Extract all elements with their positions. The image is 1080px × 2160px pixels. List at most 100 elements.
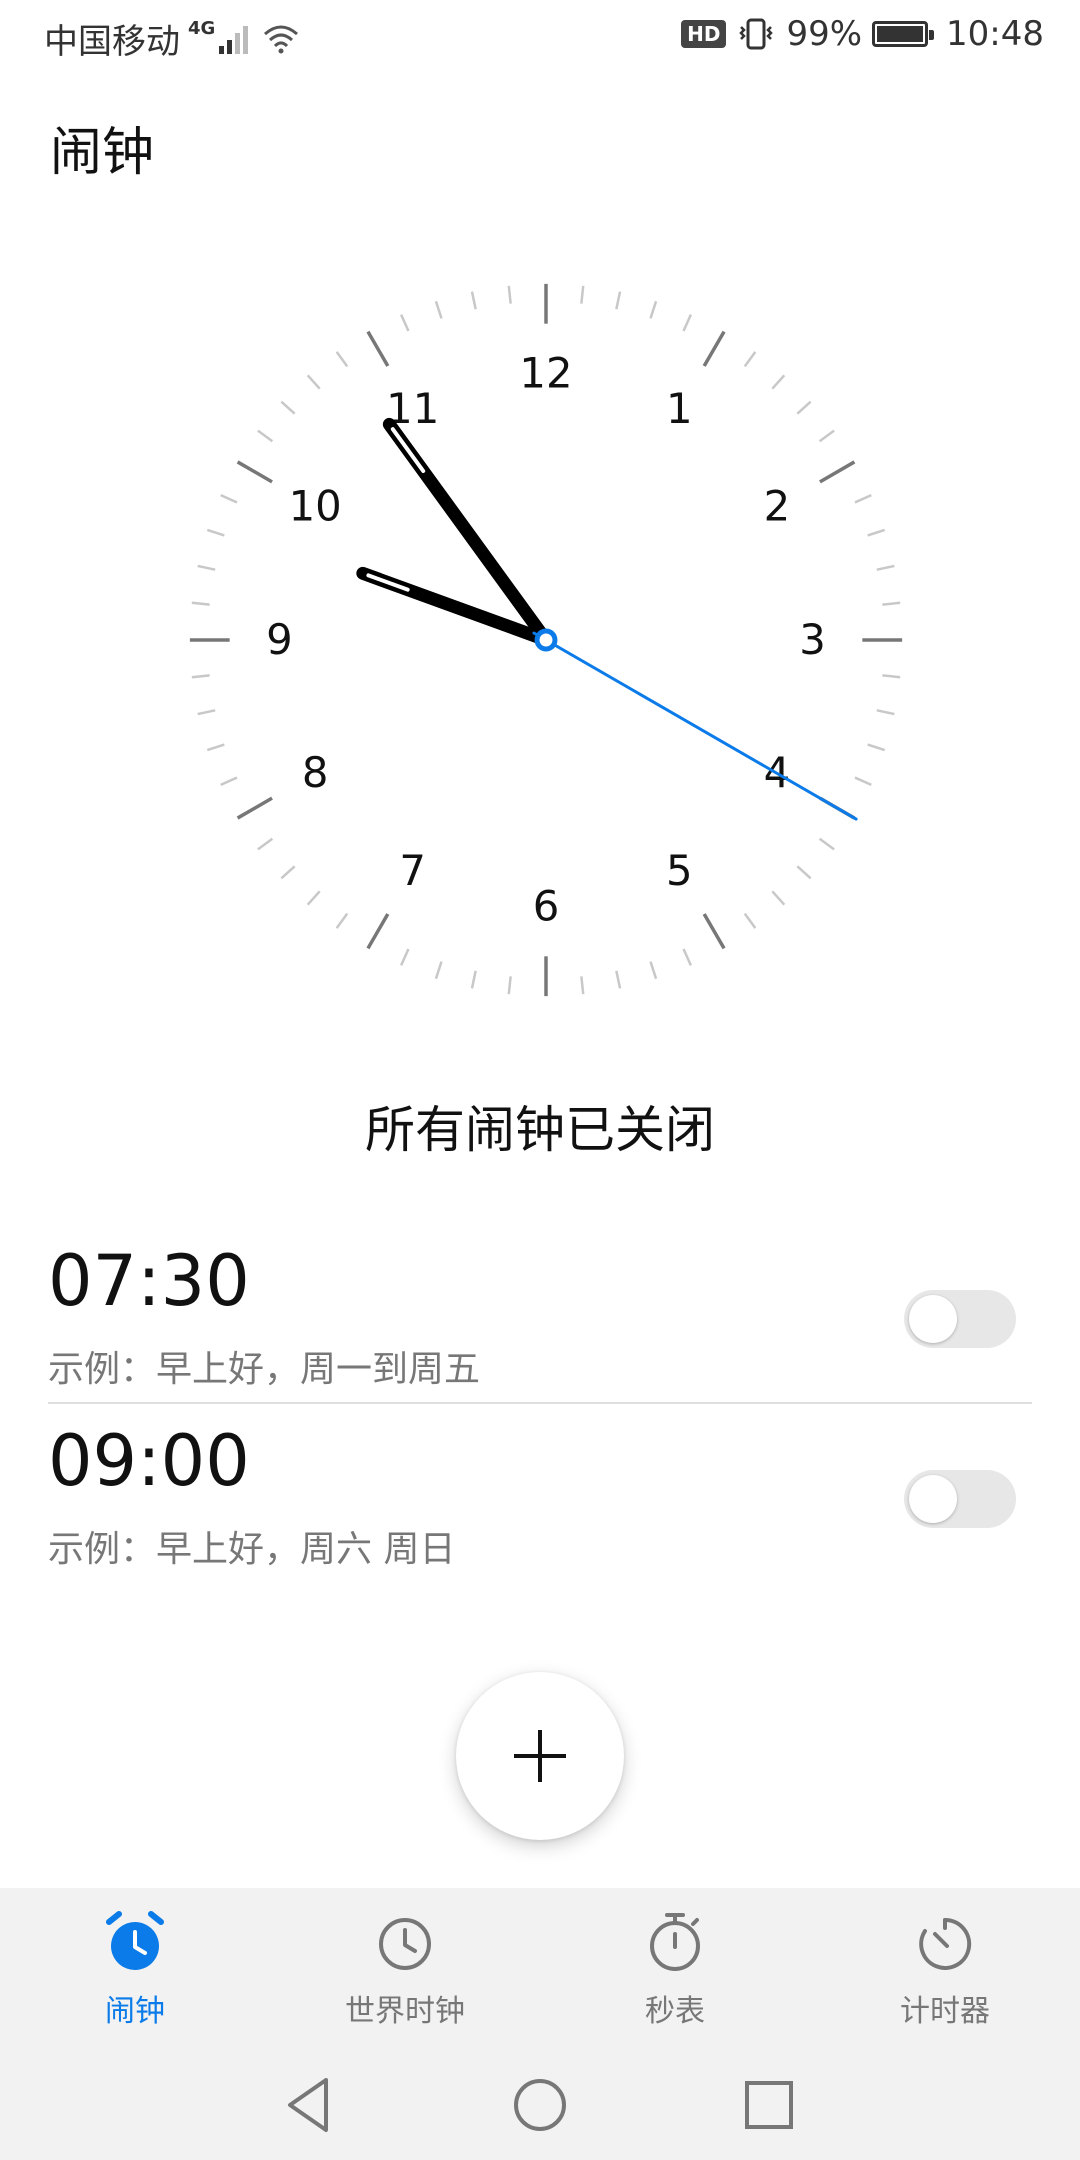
minute-tick bbox=[796, 400, 812, 415]
clock-number: 12 bbox=[519, 348, 572, 397]
minute-tick bbox=[280, 400, 296, 415]
minute-tick bbox=[206, 528, 225, 537]
hour-tick bbox=[702, 913, 726, 950]
tab-label: 秒表 bbox=[645, 1994, 705, 2029]
minute-tick bbox=[876, 564, 895, 571]
tab-world-clock[interactable]: 世界时钟 bbox=[270, 1888, 540, 2050]
minute-tick bbox=[876, 709, 895, 716]
minute-tick bbox=[867, 743, 886, 752]
minute-tick bbox=[434, 300, 443, 319]
minute-tick bbox=[257, 429, 274, 443]
minute-tick bbox=[743, 912, 757, 929]
clock-center-pin bbox=[534, 628, 558, 652]
minute-tick bbox=[615, 291, 622, 310]
status-left: 中国移动 4G bbox=[44, 14, 301, 63]
battery-percent: 99% bbox=[786, 14, 863, 54]
home-icon[interactable] bbox=[507, 2072, 573, 2138]
minute-tick bbox=[743, 351, 757, 368]
status-right: HD 99% 10:48 bbox=[681, 14, 1044, 54]
minute-tick bbox=[191, 601, 210, 606]
minute-tick bbox=[206, 743, 225, 752]
hour-tick bbox=[819, 460, 856, 484]
minute-tick bbox=[649, 961, 658, 980]
alarm-time: 07:30 bbox=[48, 1240, 250, 1322]
hour-hand-marker bbox=[390, 427, 426, 473]
clock-number: 6 bbox=[533, 882, 560, 931]
clock-number: 5 bbox=[666, 846, 693, 895]
world-clock-icon bbox=[379, 1918, 431, 1970]
alarm-toggle[interactable] bbox=[904, 1290, 1016, 1348]
minute-tick bbox=[682, 314, 692, 332]
clock-number: 9 bbox=[266, 615, 293, 664]
recents-icon[interactable] bbox=[736, 2072, 802, 2138]
stopwatch-icon bbox=[650, 1913, 700, 1971]
minute-tick bbox=[280, 865, 296, 880]
bottom-nav: 闹钟 世界时钟 秒表 计时器 bbox=[0, 1888, 1080, 2050]
hour-tick bbox=[366, 330, 390, 367]
minute-tick bbox=[771, 890, 786, 906]
minute-tick bbox=[191, 674, 210, 679]
minute-tick bbox=[867, 528, 886, 537]
signal-icon bbox=[219, 25, 249, 54]
vibrate-icon bbox=[739, 18, 774, 50]
battery-icon bbox=[872, 21, 935, 47]
minute-tick bbox=[197, 709, 216, 716]
alarm-toggle[interactable] bbox=[904, 1470, 1016, 1528]
minute-tick bbox=[335, 351, 349, 368]
minute-tick bbox=[220, 494, 238, 504]
minute-tick bbox=[470, 291, 477, 310]
minute-tick bbox=[257, 837, 274, 851]
wifi-icon bbox=[264, 25, 299, 53]
back-icon[interactable] bbox=[276, 2072, 342, 2138]
battery-level bbox=[877, 26, 923, 42]
alarm-item[interactable]: 07:30 示例：早上好，周一到周五 bbox=[0, 1240, 1080, 1400]
minute-tick bbox=[882, 674, 901, 679]
tab-alarm[interactable]: 闹钟 bbox=[0, 1888, 270, 2050]
alarm-item[interactable]: 09:00 示例：早上好，周六 周日 bbox=[0, 1420, 1080, 1580]
analog-clock: 121234567891011 bbox=[189, 283, 903, 997]
minute-tick bbox=[854, 776, 872, 786]
minute-tick bbox=[682, 948, 692, 966]
minute-tick bbox=[507, 976, 512, 995]
minute-tick bbox=[197, 564, 216, 571]
carrier-label: 中国移动 bbox=[44, 22, 180, 62]
clock-number: 2 bbox=[764, 482, 791, 531]
minute-tick bbox=[818, 429, 835, 443]
minute-tick bbox=[580, 285, 585, 304]
minute-tick bbox=[507, 285, 512, 304]
toggle-knob bbox=[909, 1295, 957, 1343]
clock-number: 8 bbox=[302, 748, 329, 797]
hd-badge: HD bbox=[681, 20, 727, 48]
minute-tick bbox=[771, 374, 786, 390]
system-nav-bar bbox=[0, 2050, 1080, 2160]
hour-tick bbox=[236, 796, 273, 820]
status-time: 10:48 bbox=[946, 14, 1044, 54]
minute-tick bbox=[882, 601, 901, 606]
add-alarm-button[interactable] bbox=[456, 1672, 624, 1840]
minute-tick bbox=[434, 961, 443, 980]
minute-tick bbox=[580, 976, 585, 995]
clock-number: 1 bbox=[666, 384, 693, 433]
tab-timer[interactable]: 计时器 bbox=[810, 1888, 1080, 2050]
alarm-label: 示例：早上好，周六 周日 bbox=[48, 1529, 456, 1570]
alarm-time: 09:00 bbox=[48, 1420, 250, 1502]
status-bar: 中国移动 4G HD 99% 10:48 bbox=[0, 0, 1080, 72]
alarm-clock-icon bbox=[106, 1911, 164, 1970]
tab-label: 世界时钟 bbox=[345, 1994, 465, 2029]
tab-label: 闹钟 bbox=[105, 1994, 165, 2029]
alarm-label: 示例：早上好，周一到周五 bbox=[48, 1349, 481, 1390]
minute-tick bbox=[400, 314, 410, 332]
minute-tick bbox=[220, 776, 238, 786]
tab-stopwatch[interactable]: 秒表 bbox=[540, 1888, 810, 2050]
minute-tick bbox=[400, 948, 410, 966]
clock-number: 7 bbox=[399, 846, 426, 895]
minute-tick bbox=[854, 494, 872, 504]
plus-icon bbox=[514, 1730, 566, 1782]
clock-number: 3 bbox=[799, 615, 826, 664]
minute-tick bbox=[335, 912, 349, 929]
network-type: 4G bbox=[188, 18, 216, 39]
clock-number: 10 bbox=[289, 482, 342, 531]
minute-tick bbox=[306, 374, 321, 390]
minute-tick bbox=[306, 890, 321, 906]
minute-tick bbox=[615, 970, 622, 989]
